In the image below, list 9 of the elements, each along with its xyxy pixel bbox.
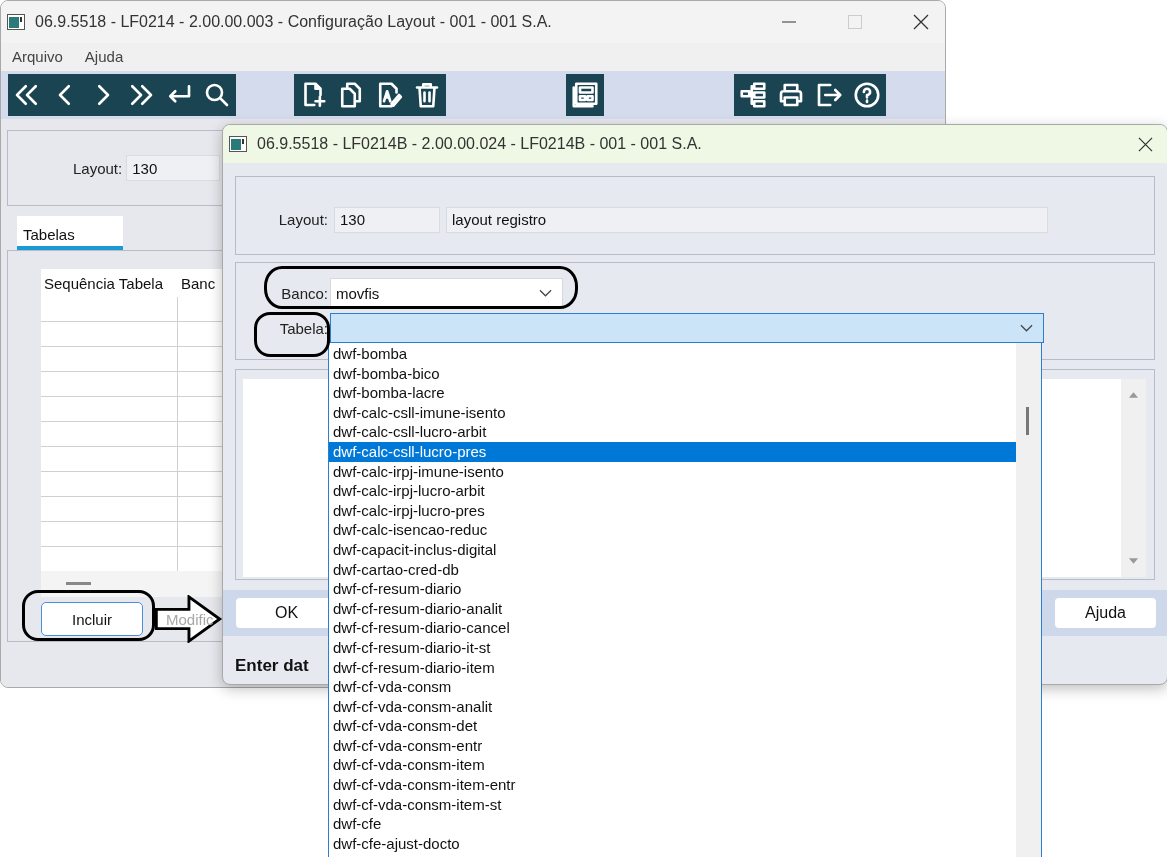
status-text: Enter dat xyxy=(235,656,309,676)
column-header: Sequência Tabela xyxy=(43,274,164,294)
field-label: Banco: xyxy=(280,284,328,302)
field-label: Layout: xyxy=(73,159,123,177)
field-label: Tabela: xyxy=(278,319,328,337)
window-title: 06.9.5518 - LF0214B - 2.00.00.024 - LF0214B - 001 - 001 S.A. xyxy=(257,135,702,153)
column-header: Banc xyxy=(180,274,217,294)
field-label: Layout: xyxy=(277,211,328,228)
window-title: 06.9.5518 - LF0214 - 2.00.00.003 - Configuração Layout - 001 - 001 S.A. xyxy=(35,13,552,31)
